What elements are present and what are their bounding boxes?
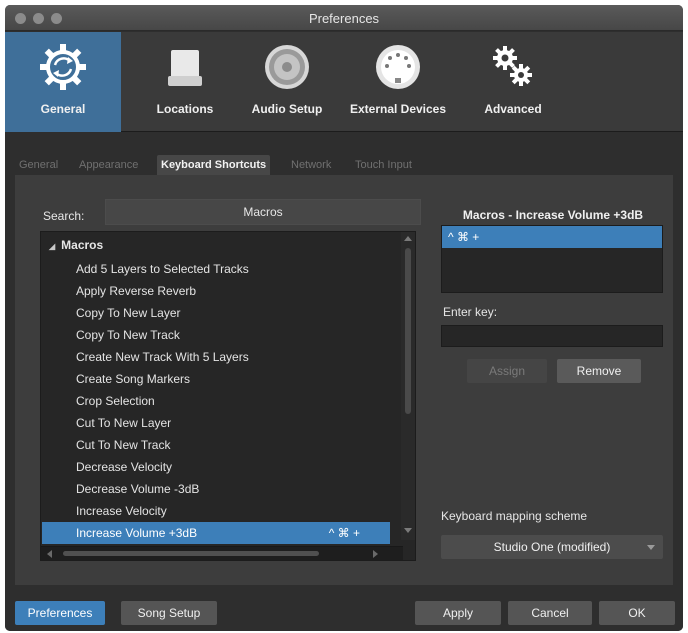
toolbar-general-label: General xyxy=(40,102,86,116)
title-bar: Preferences xyxy=(5,5,683,31)
sync-gear-icon xyxy=(38,42,88,95)
list-item-label: Create Song Markers xyxy=(76,372,191,386)
toolbar-audio-setup-label: Audio Setup xyxy=(251,102,323,116)
assign-button[interactable]: Assign xyxy=(467,359,547,383)
list-item[interactable]: Create Song Markers xyxy=(42,368,390,390)
window-title: Preferences xyxy=(308,11,380,26)
song-setup-button[interactable]: Song Setup xyxy=(121,601,217,625)
speaker-icon xyxy=(262,42,312,95)
assigned-shortcut-item[interactable]: ^ ⌘ + xyxy=(442,226,662,248)
scroll-right-arrow-icon[interactable] xyxy=(373,550,378,558)
list-item[interactable]: Add 5 Layers to Selected Tracks xyxy=(42,258,390,280)
disclosure-triangle-icon[interactable]: ◢ xyxy=(49,242,55,251)
list-item[interactable]: Crop Selection xyxy=(42,390,390,412)
list-item-label: Decrease Velocity xyxy=(76,460,173,474)
list-item[interactable]: Apply Reverse Reverb xyxy=(42,280,390,302)
list-item-label: Cut To New Layer xyxy=(76,416,172,430)
drive-icon xyxy=(160,42,210,95)
toolbar-audio-setup[interactable]: Audio Setup xyxy=(241,32,333,132)
list-item[interactable]: Cut To New Layer xyxy=(42,412,390,434)
command-list[interactable]: ◢ Macros Add 5 Layers to Selected Tracks … xyxy=(40,231,416,561)
list-group-label: Macros xyxy=(61,238,104,252)
list-item-selected[interactable]: Increase Volume +3dB ^ ⌘ + xyxy=(42,522,390,544)
toolbar-advanced-label: Advanced xyxy=(484,102,542,116)
scroll-down-arrow-icon[interactable] xyxy=(404,528,412,533)
vertical-scroll-thumb[interactable] xyxy=(405,248,411,414)
dialog-footer: Preferences Song Setup Apply Cancel OK xyxy=(5,595,683,631)
vertical-scrollbar[interactable] xyxy=(401,232,415,540)
search-label: Search: xyxy=(43,209,85,223)
list-item-label: Apply Reverse Reverb xyxy=(76,284,197,298)
list-item-label: Cut To New Track xyxy=(76,438,171,452)
remove-button[interactable]: Remove xyxy=(557,359,641,383)
preferences-button[interactable]: Preferences xyxy=(15,601,105,625)
horizontal-scroll-thumb[interactable] xyxy=(63,551,319,556)
toolbar-locations[interactable]: Locations xyxy=(129,32,241,132)
enter-key-label: Enter key: xyxy=(443,305,498,319)
tab-appearance[interactable]: Appearance xyxy=(75,155,142,175)
list-item-label: Copy To New Track xyxy=(76,328,180,342)
cancel-button[interactable]: Cancel xyxy=(508,601,592,625)
toolbar-locations-label: Locations xyxy=(156,102,214,116)
keyboard-shortcuts-panel: Search: Macros ◢ Macros Add 5 Layers to S… xyxy=(15,175,673,585)
tab-general[interactable]: General xyxy=(15,155,62,175)
scroll-left-arrow-icon[interactable] xyxy=(47,550,52,558)
ok-button[interactable]: OK xyxy=(599,601,675,625)
list-item-label: Increase Volume +3dB xyxy=(76,526,198,540)
gears-icon xyxy=(488,42,538,95)
list-item[interactable]: Copy To New Layer xyxy=(42,302,390,324)
keyboard-mapping-select[interactable]: Studio One (modified) xyxy=(441,535,663,559)
shortcut-detail-title: Macros - Increase Volume +3dB xyxy=(462,208,644,222)
toolbar-external-devices[interactable]: External Devices xyxy=(339,32,457,132)
search-input[interactable]: Macros xyxy=(105,199,421,225)
scroll-up-arrow-icon[interactable] xyxy=(404,236,412,241)
assigned-shortcuts-list[interactable]: ^ ⌘ + xyxy=(441,225,663,293)
horizontal-scrollbar[interactable] xyxy=(41,546,403,560)
list-item-shortcut: ^ ⌘ + xyxy=(328,526,360,540)
preferences-window: Preferences General Locations Audio Setu… xyxy=(5,5,683,631)
list-item-label: Increase Velocity xyxy=(76,504,167,518)
list-item[interactable]: Create New Track With 5 Layers xyxy=(42,346,390,368)
list-item[interactable]: Cut To New Track xyxy=(42,434,390,456)
midi-port-icon xyxy=(373,42,423,95)
tab-network[interactable]: Network xyxy=(287,155,335,175)
chevron-down-icon xyxy=(647,545,655,550)
list-item-label: Crop Selection xyxy=(76,394,155,408)
toolbar-general[interactable]: General xyxy=(5,32,121,132)
list-item-label: Create New Track With 5 Layers xyxy=(76,350,249,364)
keyboard-mapping-label: Keyboard mapping scheme xyxy=(441,509,588,523)
list-item-label: Decrease Volume -3dB xyxy=(76,482,200,496)
enter-key-input[interactable] xyxy=(441,325,663,347)
list-item[interactable]: Copy To New Track xyxy=(42,324,390,346)
toolbar-external-devices-label: External Devices xyxy=(349,102,447,116)
list-group-header[interactable]: ◢ Macros xyxy=(49,238,103,252)
list-item[interactable]: Decrease Velocity xyxy=(42,456,390,478)
toolbar-advanced[interactable]: Advanced xyxy=(467,32,559,132)
apply-button[interactable]: Apply xyxy=(415,601,501,625)
preferences-toolbar: General Locations Audio Setup External D… xyxy=(5,32,683,132)
keyboard-mapping-value: Studio One (modified) xyxy=(493,540,611,554)
tab-touch-input[interactable]: Touch Input xyxy=(351,155,416,175)
list-item-label: Copy To New Layer xyxy=(76,306,181,320)
list-item[interactable]: Decrease Volume -3dB xyxy=(42,478,390,500)
tab-keyboard-shortcuts[interactable]: Keyboard Shortcuts xyxy=(157,155,271,175)
list-item[interactable]: Increase Velocity xyxy=(42,500,390,522)
list-item-label: Add 5 Layers to Selected Tracks xyxy=(76,262,249,276)
